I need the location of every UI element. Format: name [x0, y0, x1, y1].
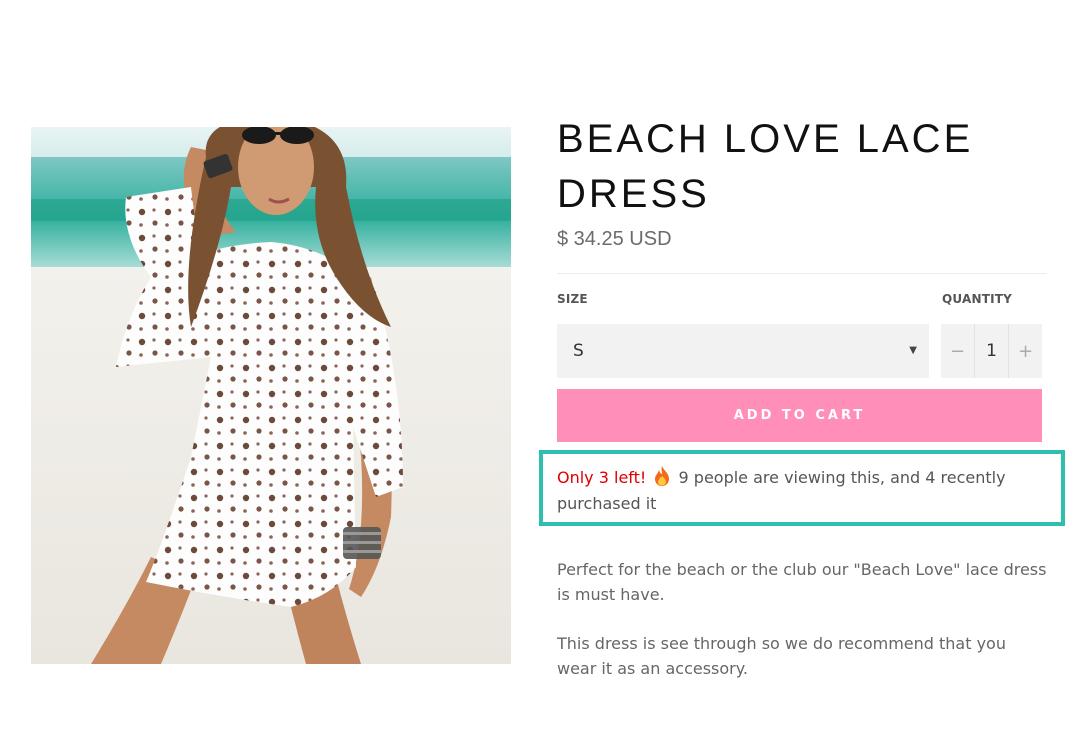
product-image[interactable] [31, 127, 511, 664]
add-to-cart-button[interactable]: ADD TO CART [557, 389, 1042, 442]
description-paragraph: Perfect for the beach or the club our "B… [557, 560, 1047, 604]
product-title: BEACH LOVE LACE DRESS [557, 117, 974, 216]
product-price: $ 34.25 USD [557, 228, 672, 250]
urgency-notice: Only 3 left! 9 people are viewing this, … [539, 450, 1065, 526]
stock-warning: Only 3 left! [557, 468, 647, 487]
description-paragraph: This dress is see through so we do recom… [557, 634, 1006, 678]
product-image-illustration [31, 127, 511, 664]
quantity-stepper[interactable]: − 1 + [941, 324, 1042, 378]
quantity-label: QUANTITY [942, 292, 1013, 306]
size-select[interactable]: S ▼ [557, 324, 929, 378]
fire-icon [655, 466, 670, 486]
divider [557, 273, 1047, 274]
size-label: SIZE [557, 292, 588, 306]
quantity-plus-button[interactable]: + [1009, 324, 1042, 378]
caret-down-icon: ▼ [909, 345, 917, 356]
size-select-value: S [573, 341, 584, 361]
quantity-input[interactable]: 1 [974, 324, 1009, 378]
quantity-minus-button[interactable]: − [941, 324, 974, 378]
